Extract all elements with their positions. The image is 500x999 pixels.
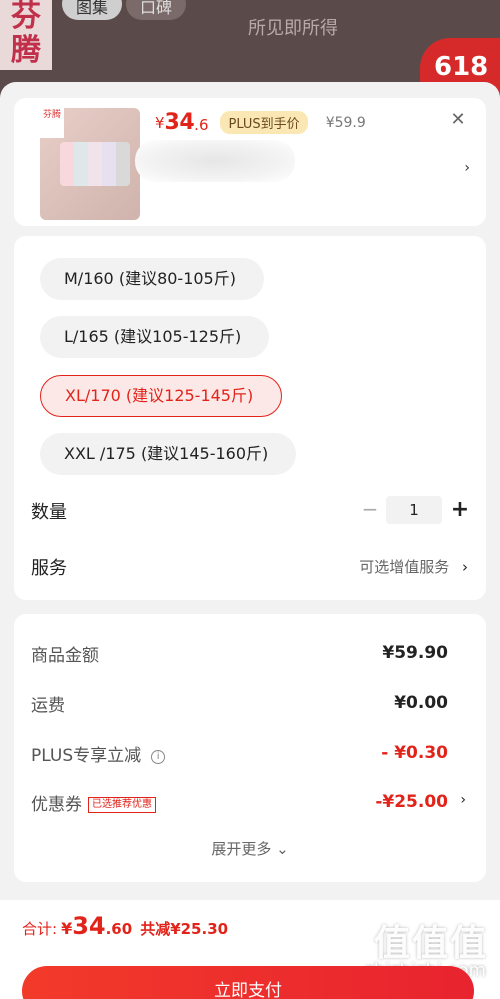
plus-discount-row: PLUS专享立减 i [31, 741, 166, 766]
brand-logo: 芬腾 [0, 0, 52, 70]
size-option-xl[interactable]: XL/170 (建议125-145斤) [40, 375, 283, 417]
goods-amount-label: 商品金额 [31, 646, 99, 666]
quantity-minus-button[interactable]: − [360, 497, 380, 521]
total-integer: 34 [72, 912, 106, 940]
size-option-l[interactable]: L/165 (建议105-125斤) [40, 316, 270, 358]
tab-reviews: 口碑 [126, 0, 187, 20]
pay-now-button[interactable]: 立即支付 [22, 966, 474, 999]
chevron-down-icon: ⌄ [276, 840, 289, 858]
coupon-value[interactable]: -¥25.00 [375, 792, 448, 812]
quantity-plus-button[interactable]: + [450, 497, 470, 522]
chevron-right-icon[interactable]: › [464, 160, 470, 176]
total-currency: ¥ [61, 919, 73, 938]
watermark-logo: 值值值 [373, 923, 488, 964]
price-row: ¥ 34 .6 PLUS到手价 ¥59.9 [155, 110, 366, 135]
chevron-right-icon[interactable]: › [460, 792, 466, 808]
info-icon[interactable]: i [151, 750, 166, 764]
service-link-text: 可选增值服务 [359, 558, 450, 576]
total-decimal: .60 [105, 920, 133, 938]
total-label: 合计: [22, 920, 58, 938]
background-tabs: 图集 口碑 [62, 0, 187, 20]
original-price: ¥59.9 [325, 114, 366, 131]
goods-amount-value: ¥59.90 [382, 643, 448, 663]
total-saved: 共减¥25.30 [140, 920, 229, 938]
service-link[interactable]: 可选增值服务 › [359, 556, 468, 577]
chevron-right-icon: › [462, 558, 468, 576]
quantity-label: 数量 [31, 502, 67, 523]
product-image-rolls [60, 142, 130, 186]
product-image[interactable]: 芬腾 [40, 108, 140, 220]
price-decimal: .6 [194, 116, 209, 134]
size-option-xxl[interactable]: XXL /175 (建议145-160斤) [40, 433, 297, 475]
close-icon[interactable]: ✕ [448, 110, 468, 130]
background-subtitle: 所见即所得 [248, 18, 338, 39]
price-integer: 34 [164, 110, 195, 135]
price-currency: ¥ [155, 113, 165, 132]
plus-discount-label: PLUS专享立减 [31, 746, 142, 766]
total-summary: 合计: ¥ 34 .60 共减¥25.30 [22, 912, 228, 940]
plus-price-tag: PLUS到手价 [220, 111, 308, 134]
product-image-logo: 芬腾 [40, 108, 64, 138]
service-label: 服务 [31, 558, 67, 579]
selected-spec-blurred [135, 140, 295, 182]
plus-discount-value: - ¥0.30 [381, 743, 448, 763]
coupon-row[interactable]: 优惠券 已选推荐优惠 [31, 790, 156, 815]
tab-gallery: 图集 [62, 0, 123, 20]
coupon-tag: 已选推荐优惠 [88, 797, 156, 813]
shipping-label: 运费 [31, 696, 65, 716]
coupon-label: 优惠券 [31, 795, 82, 815]
expand-more-button[interactable]: 展开更多 ⌄ [0, 838, 500, 859]
expand-more-label: 展开更多 [211, 840, 272, 858]
shipping-value: ¥0.00 [394, 693, 448, 713]
size-option-m[interactable]: M/160 (建议80-105斤) [40, 258, 264, 300]
quantity-input[interactable]: 1 [386, 496, 442, 524]
